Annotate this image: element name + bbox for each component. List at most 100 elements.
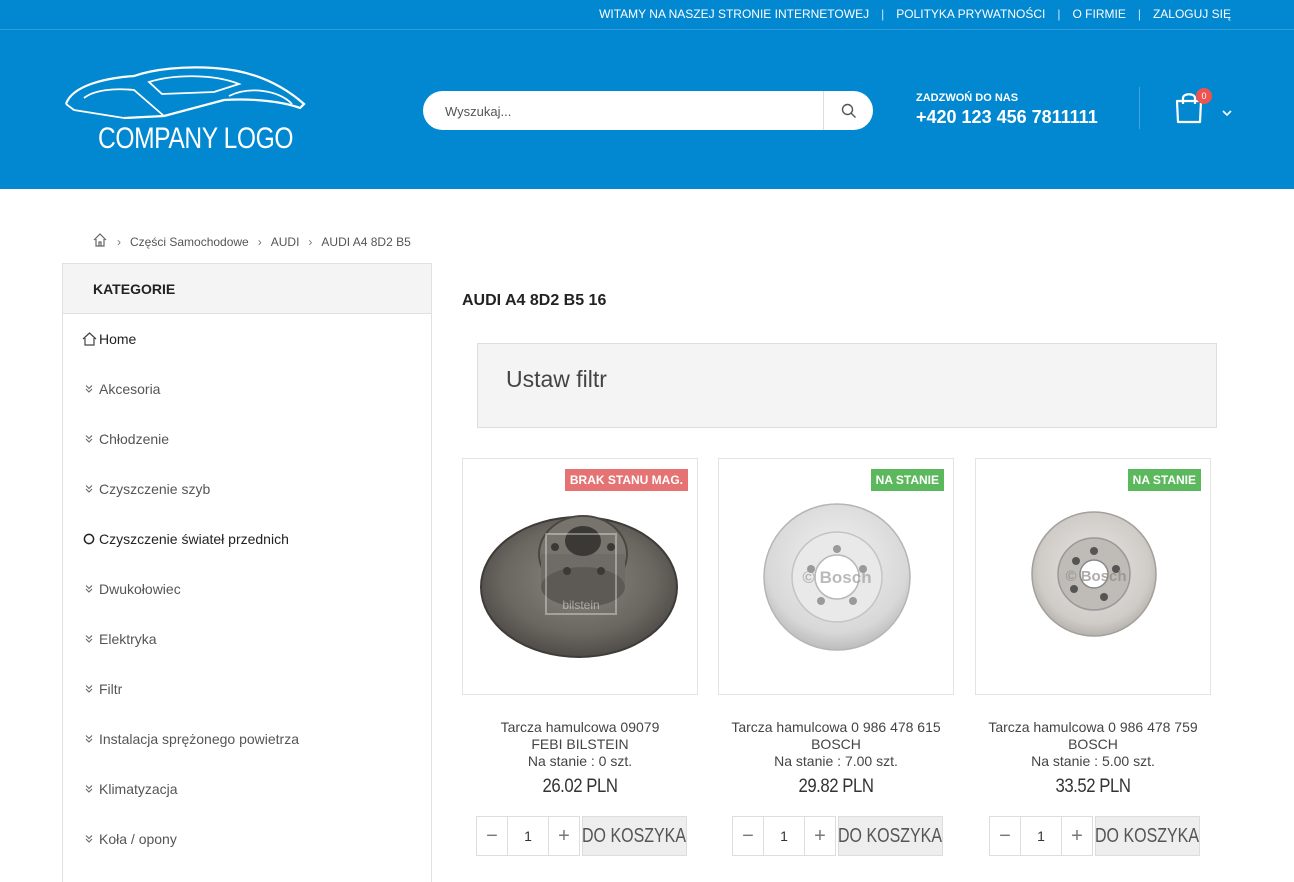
- category-label: Chłodzenie: [99, 431, 170, 447]
- plus-icon[interactable]: +: [549, 817, 579, 855]
- product-price: 26.02 PLN: [542, 776, 618, 797]
- filter-title: Ustaw filtr: [506, 366, 607, 392]
- top-link-welcome[interactable]: WITAMY NA NASZEJ STRONIE INTERNETOWEJ: [599, 7, 869, 21]
- product-name[interactable]: Tarcza hamulcowa 0 986 478 759 BOSCH: [975, 719, 1211, 753]
- top-bar: WITAMY NA NASZEJ STRONIE INTERNETOWEJ | …: [0, 0, 1294, 30]
- quantity-stepper: − 1 +: [476, 816, 580, 856]
- product-price: 33.52 PLN: [1055, 776, 1131, 797]
- product-image[interactable]: bilstein BRAK STANU MAG.: [462, 458, 698, 695]
- product-name-line: Tarcza hamulcowa 09079: [500, 719, 660, 735]
- watermark-text: bilstein: [562, 598, 599, 612]
- chevron-right-icon: ›: [257, 234, 262, 249]
- chevron-double-down-icon: [81, 481, 97, 497]
- sidebar-title: KATEGORIE: [63, 264, 431, 314]
- product-name-line: Tarcza hamulcowa 0 986 478 759: [988, 719, 1198, 735]
- category-label: Klimatyzacja: [99, 781, 178, 797]
- search-button[interactable]: [823, 91, 873, 130]
- category-label: Filtr: [99, 681, 123, 697]
- brake-disc-image: bilstein: [480, 515, 678, 658]
- chevron-double-down-icon: [81, 631, 97, 647]
- contact-block: ZADZWOŃ DO NAS +420 123 456 7811111: [916, 92, 1098, 128]
- search-icon: [841, 103, 856, 118]
- chevron-right-icon: ›: [117, 234, 121, 249]
- category-sidebar: KATEGORIE Home Akcesoria Chłodzenie Czys…: [62, 263, 432, 882]
- breadcrumb-item[interactable]: Części Samochodowe: [130, 235, 249, 249]
- category-label: Instalacja sprężonego powietrza: [99, 731, 300, 747]
- add-to-cart-button[interactable]: DO KOSZYKA: [1095, 816, 1200, 856]
- product-brand: BOSCH: [1068, 736, 1118, 752]
- company-logo[interactable]: COMPANY LOGO: [64, 64, 309, 160]
- add-to-cart-label: DO KOSZYKA: [582, 824, 687, 847]
- car-logo-icon: [64, 66, 306, 120]
- plus-icon[interactable]: +: [1062, 817, 1092, 855]
- top-link-about[interactable]: O FIRMIE: [1073, 7, 1126, 21]
- add-to-cart-button[interactable]: DO KOSZYKA: [838, 816, 943, 856]
- add-to-cart-label: DO KOSZYKA: [1095, 824, 1200, 847]
- product-card: © Bosch NA STANIE Tarcza hamulcowa 0 986…: [975, 458, 1211, 856]
- quantity-stepper: − 1 +: [732, 816, 836, 856]
- chevron-double-down-icon: [81, 781, 97, 797]
- top-link-login[interactable]: ZALOGUJ SIĘ: [1153, 7, 1231, 21]
- chevron-double-down-icon: [81, 431, 97, 447]
- product-stock: Na stanie : 0 szt.: [527, 753, 633, 769]
- category-label: Home: [99, 331, 137, 347]
- quantity-input[interactable]: 1: [763, 817, 805, 855]
- buy-row: − 1 + DO KOSZYKA: [732, 816, 943, 856]
- product-name[interactable]: Tarcza hamulcowa 09079 FEBI BILSTEIN: [462, 719, 698, 753]
- search-input[interactable]: [445, 100, 825, 122]
- product-name-line: Tarcza hamulcowa 0 986 478 615: [731, 719, 941, 735]
- category-item-kola-opony[interactable]: Koła / opony: [63, 814, 431, 864]
- quantity-stepper: − 1 +: [989, 816, 1093, 856]
- category-item-akcesoria[interactable]: Akcesoria: [63, 364, 431, 414]
- home-icon[interactable]: [92, 232, 108, 251]
- category-item-czyszczenie-swiatel[interactable]: Czyszczenie świateł przednich: [63, 514, 431, 564]
- chevron-double-down-icon: [81, 681, 97, 697]
- brake-disc-image: © Bosch: [763, 503, 911, 651]
- category-label: Czyszczenie szyb: [99, 481, 211, 497]
- site-header: WITAMY NA NASZEJ STRONIE INTERNETOWEJ | …: [0, 0, 1294, 189]
- plus-icon[interactable]: +: [805, 817, 835, 855]
- chevron-right-icon: ›: [308, 234, 313, 249]
- product-brand: BOSCH: [811, 736, 861, 752]
- quantity-input[interactable]: 1: [507, 817, 549, 855]
- breadcrumb-current: AUDI A4 8D2 B5: [321, 234, 411, 249]
- category-item-elektryka[interactable]: Elektryka: [63, 614, 431, 664]
- cart-button[interactable]: 0: [1174, 88, 1212, 126]
- buy-row: − 1 + DO KOSZYKA: [989, 816, 1200, 856]
- filter-panel[interactable]: Ustaw filtr: [477, 343, 1217, 428]
- contact-phone[interactable]: +420 123 456 7811111: [916, 107, 1098, 128]
- category-item-czyszczenie-szyb[interactable]: Czyszczenie szyb: [63, 464, 431, 514]
- category-item-klimatyzacja[interactable]: Klimatyzacja: [63, 764, 431, 814]
- header-divider: [1139, 87, 1140, 129]
- minus-icon[interactable]: −: [990, 817, 1020, 855]
- status-badge: NA STANIE: [1127, 469, 1201, 491]
- logo-text: COMPANY LOGO: [98, 122, 294, 155]
- watermark-text: © Bosch: [802, 568, 871, 587]
- product-name[interactable]: Tarcza hamulcowa 0 986 478 615 BOSCH: [718, 719, 954, 753]
- product-image[interactable]: © Bosch NA STANIE: [975, 458, 1211, 695]
- product-image[interactable]: © Bosch NA STANIE: [718, 458, 954, 695]
- category-item-home[interactable]: Home: [63, 314, 431, 364]
- breadcrumb-item[interactable]: AUDI: [271, 235, 300, 249]
- brake-disc-image: © Bosch: [1031, 511, 1157, 637]
- category-item-chlodzenie[interactable]: Chłodzenie: [63, 414, 431, 464]
- product-price: 29.82 PLN: [798, 776, 874, 797]
- category-label: Koła / opony: [99, 831, 177, 847]
- category-label: Dwukołowiec: [99, 581, 181, 597]
- category-list: Home Akcesoria Chłodzenie Czyszczenie sz…: [63, 314, 431, 864]
- chevron-double-down-icon: [81, 831, 97, 847]
- add-to-cart-button[interactable]: DO KOSZYKA: [582, 816, 687, 856]
- search-bar: [423, 91, 873, 130]
- category-item-filtr[interactable]: Filtr: [63, 664, 431, 714]
- chevron-double-down-icon: [81, 581, 97, 597]
- minus-icon[interactable]: −: [733, 817, 763, 855]
- category-item-dwukolowiec[interactable]: Dwukołowiec: [63, 564, 431, 614]
- home-icon: [81, 331, 97, 347]
- chevron-down-icon[interactable]: [1222, 104, 1232, 122]
- quantity-input[interactable]: 1: [1020, 817, 1062, 855]
- top-link-separator: |: [1057, 7, 1061, 21]
- top-link-privacy[interactable]: POLITYKA PRYWATNOŚCI: [896, 7, 1045, 21]
- minus-icon[interactable]: −: [477, 817, 507, 855]
- top-link-separator: |: [1137, 7, 1141, 21]
- category-item-instalacja[interactable]: Instalacja sprężonego powietrza: [63, 714, 431, 764]
